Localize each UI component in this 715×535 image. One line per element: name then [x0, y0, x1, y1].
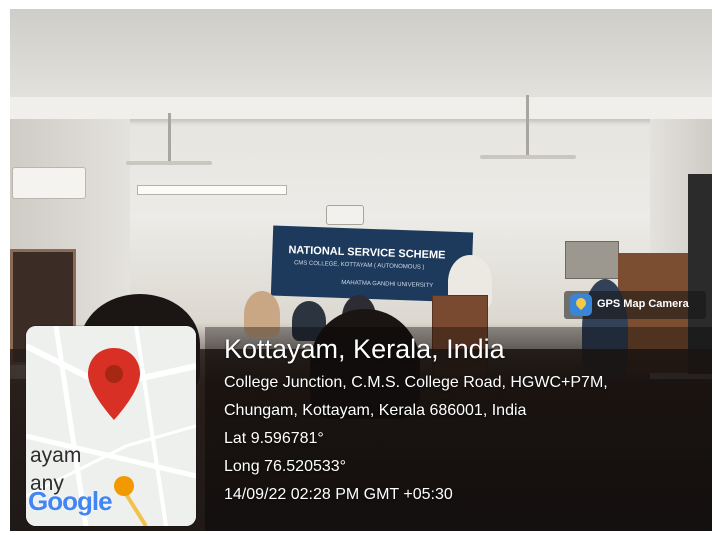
- map-place-label: ayam: [30, 444, 82, 467]
- gps-camera-app-icon: [570, 294, 592, 316]
- google-logo: Google: [28, 486, 113, 516]
- timestamp: 14/09/22 02:28 PM GMT +05:30: [224, 486, 453, 503]
- projector: [326, 205, 364, 225]
- map-pin-icon: [88, 348, 140, 420]
- ceiling-fan: [126, 161, 212, 165]
- photo-frame: NATIONAL SERVICE SCHEME CMS COLLEGE, KOT…: [0, 0, 715, 535]
- fan-rod: [526, 95, 529, 157]
- ceiling-beam: [10, 97, 712, 119]
- fan-rod: [168, 113, 171, 163]
- app-badge-label: GPS Map Camera: [597, 298, 689, 310]
- nss-banner: NATIONAL SERVICE SCHEME CMS COLLEGE, KOT…: [270, 225, 474, 303]
- longitude: Long 76.520533°: [224, 458, 347, 475]
- air-conditioner: [12, 167, 86, 199]
- ceiling-fan: [480, 155, 576, 159]
- gps-map-camera-badge: GPS Map Camera: [564, 291, 706, 319]
- wall-panel: [565, 241, 619, 279]
- location-map: ayam any Google: [26, 326, 196, 526]
- restaurant-icon: [114, 476, 134, 496]
- banner-title: NATIONAL SERVICE SCHEME: [288, 244, 446, 262]
- banner-university: MAHATMA GANDHI UNIVERSITY: [341, 279, 434, 290]
- address-line-1: College Junction, C.M.S. College Road, H…: [224, 374, 608, 391]
- location-title: Kottayam, Kerala, India: [224, 334, 505, 364]
- banner-subtitle: CMS COLLEGE, KOTTAYAM ( AUTONOMOUS ): [293, 260, 425, 271]
- latitude: Lat 9.596781°: [224, 430, 324, 447]
- tube-light: [137, 185, 287, 195]
- address-line-2: Chungam, Kottayam, Kerala 686001, India: [224, 402, 527, 419]
